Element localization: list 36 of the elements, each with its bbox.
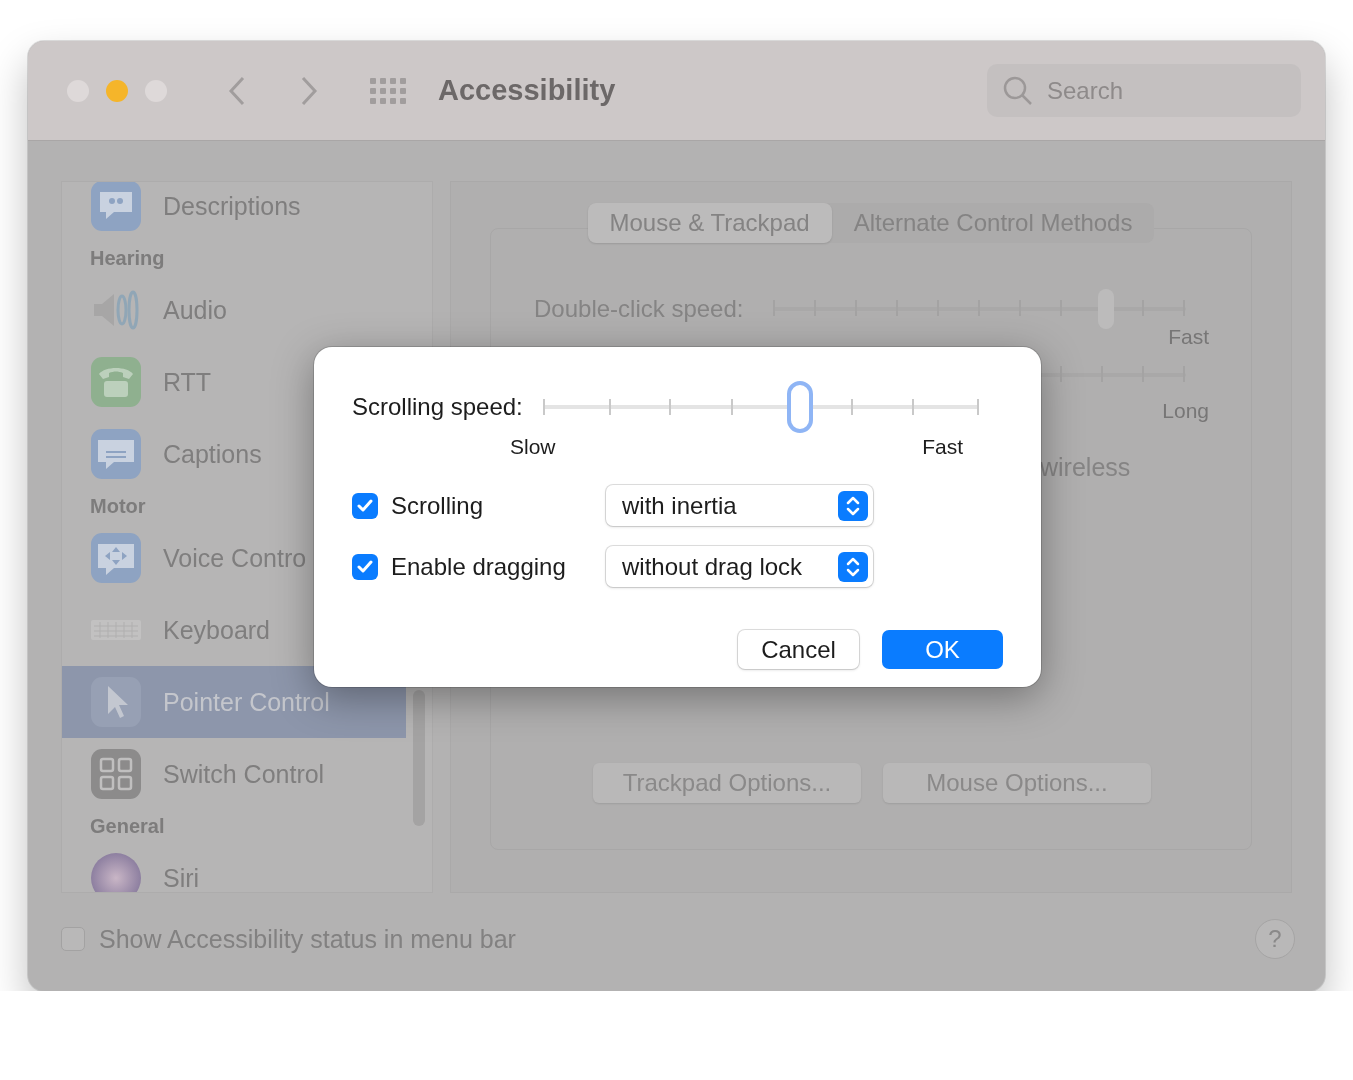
tab[interactable]: Mouse & Trackpad — [587, 203, 832, 243]
quote-bubble-icon — [90, 182, 142, 232]
slider-label: Long — [1162, 399, 1209, 423]
slider-label: Scrolling speed: — [352, 393, 523, 421]
slider-max-label: Fast — [922, 435, 963, 459]
help-button[interactable]: ? — [1255, 919, 1295, 959]
grid-icon[interactable] — [370, 77, 406, 104]
cancel-button[interactable]: Cancel — [738, 630, 859, 669]
section-header: Motor — [90, 493, 146, 519]
slider-min-label: Slow — [510, 435, 556, 459]
section-header: General — [90, 813, 165, 839]
arrows-bubble-icon — [90, 532, 142, 584]
checkmark-icon — [357, 498, 373, 513]
telephone-icon — [90, 356, 142, 408]
pointer-icon — [90, 676, 142, 728]
stepper-icon — [838, 490, 868, 521]
slider-label: Fast — [1168, 325, 1209, 349]
checkbox-label: Enable dragging — [391, 552, 567, 581]
checkbox-label: Scrolling — [391, 491, 485, 520]
window-title: Accessibility — [438, 74, 616, 107]
four-squares-icon — [90, 748, 142, 800]
scrollbar[interactable] — [413, 690, 425, 826]
search-icon — [1003, 76, 1033, 106]
stepper-icon — [838, 551, 868, 582]
checkmark-icon — [357, 559, 373, 574]
back-icon[interactable] — [228, 75, 246, 106]
checkbox[interactable] — [352, 492, 378, 519]
popup-menu[interactable]: without drag lock — [606, 546, 873, 587]
orb-icon — [90, 852, 142, 892]
minimize-button[interactable] — [106, 79, 128, 102]
section-header: Hearing — [90, 245, 165, 271]
captions-bubble-icon — [90, 428, 142, 480]
forward-icon[interactable] — [300, 75, 318, 106]
ok-button[interactable]: OK — [882, 630, 1003, 669]
popup-menu[interactable]: with inertia — [606, 485, 873, 526]
checkbox[interactable] — [352, 553, 378, 580]
